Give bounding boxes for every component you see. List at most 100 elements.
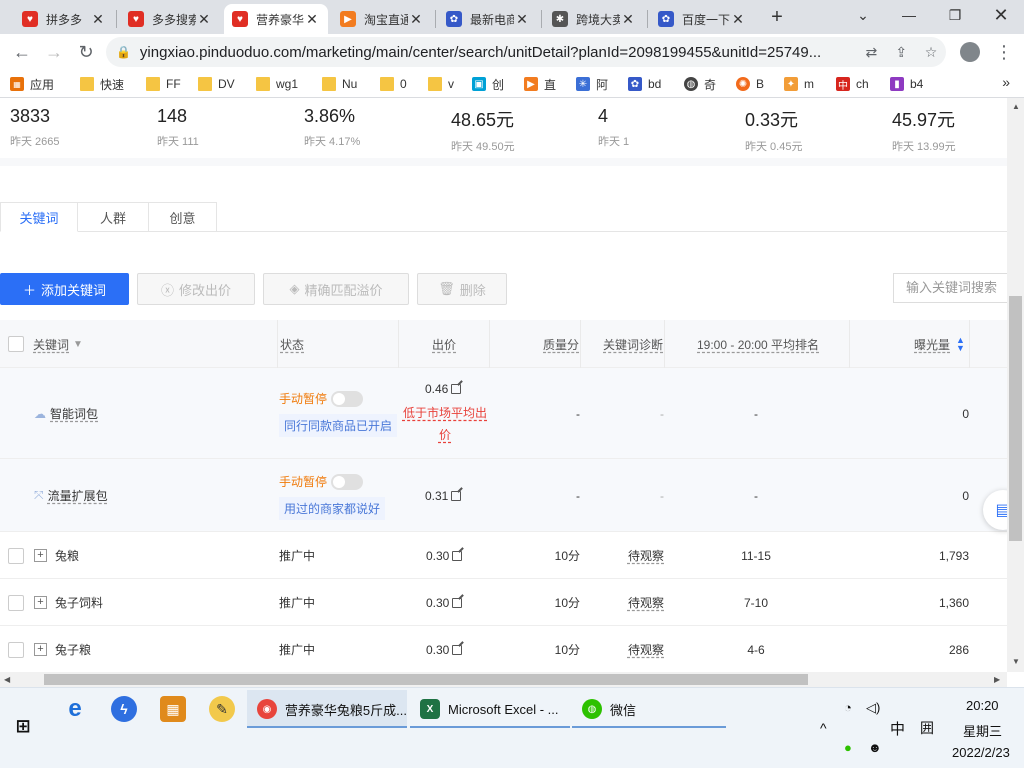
new-tab-button[interactable]: + (764, 6, 790, 30)
add-keyword-button[interactable]: ＋添加关键词 (0, 273, 129, 305)
row-checkbox[interactable] (8, 626, 24, 672)
bookmark-folder[interactable]: DV (198, 75, 235, 93)
ime-indicator[interactable]: 中 (890, 718, 905, 739)
edit-icon[interactable] (451, 490, 462, 501)
url-text[interactable]: yingxiao.pinduoduo.com/marketing/main/ce… (140, 44, 857, 61)
bookmark-star-icon[interactable]: ☆ (916, 44, 946, 61)
bookmark-apps[interactable]: ▦ 应用 (10, 75, 54, 93)
close-tab-icon[interactable]: ✕ (304, 11, 320, 28)
bookmark-bilibili[interactable]: ▣ 创 (472, 75, 504, 93)
bookmark-m[interactable]: ✦ m (784, 75, 814, 93)
translate-icon[interactable]: ⇄ (856, 44, 886, 61)
horizontal-scrollbar[interactable]: ◀ ▶ (0, 672, 1007, 687)
edit-icon[interactable] (452, 644, 463, 655)
tray-overflow-chevron-icon[interactable]: ^ (820, 720, 827, 736)
back-arrow-icon[interactable]: ← (8, 38, 36, 66)
tool-app-icon[interactable]: ✎ (209, 696, 235, 722)
expand-row-icon[interactable]: + (34, 549, 47, 562)
bookmark-folder[interactable]: 0 (380, 75, 407, 93)
keyword-search-input[interactable]: 输入关键词搜索 (893, 273, 1007, 303)
restore-button[interactable]: ❐ (932, 0, 978, 30)
menu-kebab-icon[interactable]: ⋮ (990, 38, 1018, 66)
close-window-button[interactable]: ✕ (978, 0, 1024, 30)
scroll-up-arrow-icon[interactable]: ▲ (1012, 102, 1020, 111)
bookmark-b4[interactable]: ▮ b4 (890, 75, 923, 93)
tab-creative[interactable]: 创意 (149, 202, 217, 232)
edit-icon[interactable] (452, 550, 463, 561)
col-exposure[interactable]: 曝光量 ▲ ▼ (914, 320, 965, 368)
bookmark-alibaba[interactable]: ✳ 阿 (576, 75, 608, 93)
bookmark-folder[interactable]: FF (146, 75, 181, 93)
browser-tab-5[interactable]: ✿ 最新电商 ✕ (438, 4, 538, 34)
status-toggle[interactable] (331, 473, 364, 490)
close-tab-icon[interactable]: ✕ (196, 11, 212, 28)
precise-match-premium-button[interactable]: ◈ 精确匹配溢价 (263, 273, 409, 305)
share-icon[interactable]: ⇪ (886, 44, 916, 61)
browser-tab-6[interactable]: ✱ 跨境大卖 ✕ (544, 4, 644, 34)
bookmark-ch[interactable]: 中 ch (836, 75, 869, 93)
bookmarks-overflow-icon[interactable]: » (1002, 74, 1010, 90)
qq-tray-icon[interactable]: ☻ (868, 740, 882, 755)
calendar-app-icon[interactable]: ▦ (160, 696, 186, 722)
expand-row-icon[interactable]: + (34, 643, 47, 656)
bookmark-folder[interactable]: 快速 (80, 75, 124, 93)
bolt-app-icon[interactable]: ϟ (111, 696, 137, 722)
scroll-down-arrow-icon[interactable]: ▼ (1012, 657, 1020, 666)
modify-bid-button[interactable]: ⓧ 修改出价 (137, 273, 255, 305)
forward-arrow-icon[interactable]: → (40, 38, 68, 66)
taskbar-wechat[interactable]: ◍ 微信 (572, 690, 726, 728)
clock-weekday[interactable]: 星期三 (963, 721, 1002, 740)
sort-icon[interactable]: ▲ ▼ (956, 336, 965, 353)
scroll-right-arrow-icon[interactable]: ▶ (994, 675, 1000, 684)
taskbar-chrome[interactable]: ◉ 营养豪华兔粮5斤成... (247, 690, 407, 728)
edit-icon[interactable] (451, 384, 462, 394)
close-tab-icon[interactable]: ✕ (620, 11, 636, 28)
browser-tab-2[interactable]: ♥ 多多搜索 ✕ (120, 4, 220, 34)
ime-mode-icon[interactable]: 囲 (920, 718, 934, 738)
windows-start-icon[interactable]: ⊞ (12, 715, 34, 737)
bookmark-baidu[interactable]: ✿ bd (628, 75, 661, 93)
tab-keywords[interactable]: 关键词 (0, 202, 78, 232)
status-toggle[interactable] (331, 390, 364, 407)
close-tab-icon[interactable]: ✕ (514, 11, 530, 28)
row-checkbox[interactable] (8, 579, 24, 626)
minimize-button[interactable]: — (886, 0, 932, 30)
clock-date[interactable]: 2022/2/23 (952, 745, 1010, 760)
bookmark-folder[interactable]: Nu (322, 75, 357, 93)
wechat-tray-icon[interactable]: ● (844, 740, 852, 755)
wifi-icon[interactable]: ◔ (844, 700, 852, 715)
scroll-left-arrow-icon[interactable]: ◀ (4, 675, 10, 684)
taskbar-excel[interactable]: X Microsoft Excel - ... (410, 690, 570, 728)
edit-icon[interactable] (452, 597, 463, 608)
volume-icon[interactable]: ◁) (866, 700, 880, 716)
filter-icon[interactable]: ▼ (73, 339, 83, 350)
bookmark-globe[interactable]: ◍ 奇 (684, 75, 716, 93)
select-all-checkbox[interactable] (8, 320, 24, 368)
tab-search-chevron-icon[interactable]: ⌄ (840, 0, 886, 30)
tab-audience[interactable]: 人群 (78, 202, 149, 232)
bookmark-folder[interactable]: wg1 (256, 75, 298, 93)
profile-avatar[interactable] (956, 38, 984, 66)
close-tab-icon[interactable]: ✕ (408, 11, 424, 28)
address-bar[interactable]: 🔒 yingxiao.pinduoduo.com/marketing/main/… (106, 37, 946, 67)
horizontal-scroll-thumb[interactable] (44, 674, 808, 685)
bookmark-taobao[interactable]: ▶ 直 (524, 75, 556, 93)
delete-button[interactable]: 🗑 删除 (417, 273, 507, 305)
bookmark-b[interactable]: ✺ B (736, 75, 764, 93)
bookmark-folder[interactable]: v (428, 75, 454, 93)
browser-tab-7[interactable]: ✿ 百度一下 ✕ (650, 4, 754, 34)
row-checkbox[interactable] (8, 532, 24, 579)
close-tab-icon[interactable]: ✕ (90, 11, 106, 28)
vertical-scroll-thumb[interactable] (1009, 296, 1022, 541)
browser-tab-1[interactable]: ♥ 拼多多 ✕ (14, 4, 114, 34)
browser-tab-3-active[interactable]: ♥ 营养豪华 ✕ (224, 4, 328, 34)
clock-time[interactable]: 20:20 (966, 698, 999, 713)
reload-icon[interactable]: ↻ (72, 38, 100, 66)
browser-tab-4[interactable]: ▶ 淘宝直通 ✕ (332, 4, 432, 34)
ie-browser-icon[interactable]: e (62, 695, 88, 722)
browser-tab-strip: ♥ 拼多多 ✕ ♥ 多多搜索 ✕ ♥ 营养豪华 ✕ ▶ 淘宝直通 ✕ ✿ 最新电… (0, 0, 1024, 34)
vertical-scrollbar[interactable]: ▲ ▼ (1007, 98, 1024, 672)
baidu-paw-icon: ✿ (446, 11, 462, 27)
close-tab-icon[interactable]: ✕ (730, 11, 746, 28)
expand-row-icon[interactable]: + (34, 596, 47, 609)
